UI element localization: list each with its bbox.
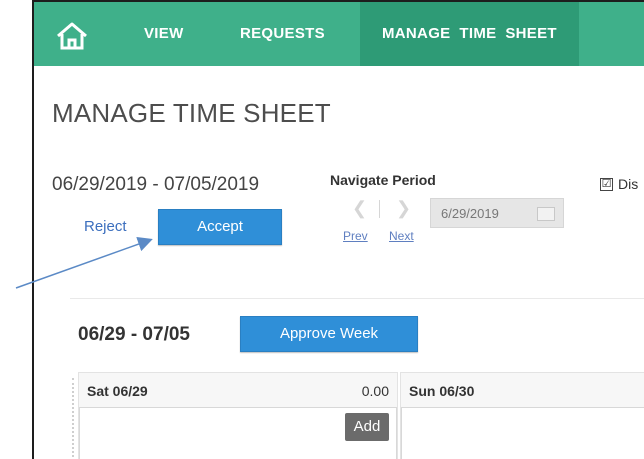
- navigate-period-label: Navigate Period: [330, 172, 436, 188]
- home-icon[interactable]: [52, 16, 92, 56]
- display-checkbox[interactable]: ☑: [600, 178, 613, 191]
- app-window: VIEW REQUESTS MANAGE TIME SHEET MANAGE T…: [32, 0, 644, 459]
- page-title: MANAGE TIME SHEET: [52, 98, 331, 128]
- reject-link[interactable]: Reject: [84, 218, 127, 235]
- day-header: Sun 06/30: [401, 373, 644, 408]
- next-link[interactable]: Next: [389, 229, 414, 243]
- nav-view[interactable]: VIEW: [144, 2, 184, 66]
- top-navbar: VIEW REQUESTS MANAGE TIME SHEET: [34, 2, 644, 66]
- section-divider: [70, 298, 644, 299]
- display-checkbox-label: Dis: [618, 176, 639, 192]
- day-entry-area[interactable]: [401, 407, 644, 459]
- day-column-sun: Sun 06/30: [400, 372, 644, 459]
- period-date-field[interactable]: 6/29/2019: [430, 198, 564, 228]
- nav-manage-time-sheet[interactable]: MANAGE TIME SHEET: [360, 2, 579, 66]
- dotted-border: [72, 378, 74, 459]
- day-hours: 0.00: [361, 383, 389, 399]
- week-range: 06/29 - 07/05: [78, 324, 190, 345]
- period-range: 06/29/2019 - 07/05/2019: [52, 174, 260, 195]
- period-date-value: 6/29/2019: [441, 206, 499, 221]
- approve-week-button[interactable]: Approve Week: [240, 316, 418, 352]
- add-button[interactable]: Add: [345, 413, 389, 441]
- prev-link[interactable]: Prev: [343, 229, 368, 243]
- nav-requests[interactable]: REQUESTS: [240, 2, 325, 66]
- chevron-left-icon[interactable]: ❮: [352, 198, 367, 219]
- day-column-sat: Sat 06/29 0.00 Add: [78, 372, 398, 459]
- day-header: Sat 06/29 0.00: [79, 373, 397, 408]
- day-label: Sat 06/29: [87, 383, 148, 399]
- day-label: Sun 06/30: [409, 383, 475, 399]
- calendar-icon[interactable]: [537, 207, 555, 221]
- arrow-divider: [379, 200, 380, 218]
- accept-button[interactable]: Accept: [158, 209, 282, 245]
- chevron-right-icon[interactable]: ❯: [396, 198, 411, 219]
